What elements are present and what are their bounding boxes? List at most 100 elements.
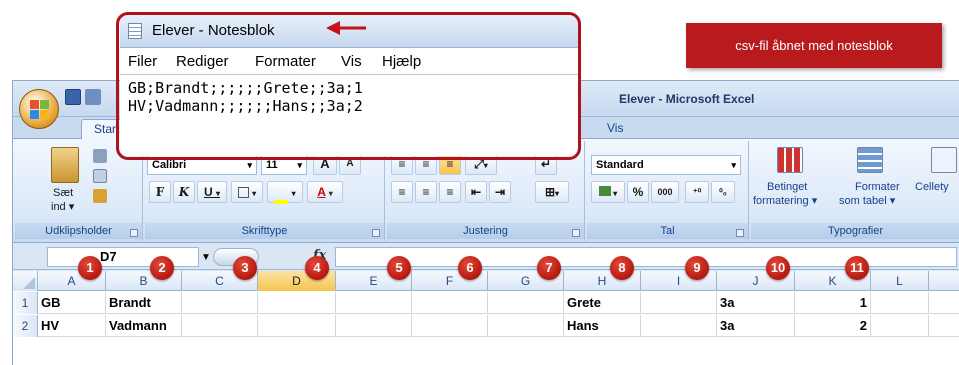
callout-label: csv-fil åbnet med notesblok (686, 23, 942, 68)
cell-d1[interactable] (258, 292, 336, 314)
increase-decimal-button[interactable]: ⁺⁰ (685, 181, 709, 203)
undo-icon[interactable] (85, 89, 101, 105)
cell-f1[interactable] (412, 292, 488, 314)
format-as-table-icon[interactable] (857, 147, 883, 173)
paste-icon[interactable] (51, 147, 79, 183)
fill-color-button[interactable]: ▾ (267, 181, 303, 204)
cell-g2[interactable] (488, 315, 564, 337)
grow-font-button[interactable]: A (313, 153, 337, 175)
office-button[interactable] (19, 89, 59, 129)
clipboard-launcher-icon[interactable] (130, 229, 138, 237)
cell-b2[interactable]: Vadmann (106, 315, 182, 337)
red-arrow-icon (326, 21, 366, 35)
cell-i1[interactable] (641, 292, 717, 314)
conditional-formatting-label[interactable]: Betinget (767, 181, 807, 193)
cell-a1[interactable]: GB (38, 292, 106, 314)
number-launcher-icon[interactable] (736, 229, 744, 237)
screenshot-stage: Elever - Microsoft Excel Start Vis Sæt i… (0, 0, 959, 365)
cell-d2[interactable] (258, 315, 336, 337)
cell-k1[interactable]: 1 (795, 292, 871, 314)
cut-icon[interactable] (93, 149, 107, 163)
menu-filer[interactable]: Filer (128, 53, 157, 70)
select-all-corner[interactable] (13, 271, 38, 291)
cell-c1[interactable] (182, 292, 258, 314)
thousands-button[interactable]: 000 (651, 181, 679, 203)
paste-label[interactable]: Sæt (53, 187, 73, 199)
conditional-formatting-icon[interactable] (777, 147, 803, 173)
number-badge: 2 (150, 256, 174, 280)
cell-c2[interactable] (182, 315, 258, 337)
decrease-indent-button[interactable]: ⇤ (465, 181, 487, 203)
percent-button[interactable]: % (627, 181, 649, 203)
increase-indent-button[interactable]: ⇥ (489, 181, 511, 203)
alignment-group-label: Justering (387, 223, 584, 239)
number-format-select[interactable]: Standard ▾ (591, 155, 741, 175)
cell-g1[interactable] (488, 292, 564, 314)
number-group-label: Tal (587, 223, 748, 239)
cell-styles-icon[interactable] (931, 147, 957, 173)
cell-l2[interactable] (871, 315, 929, 337)
align-left-button[interactable]: ≡ (391, 181, 413, 203)
notepad-title: Elever - Notesblok (152, 22, 275, 39)
cell-f2[interactable] (412, 315, 488, 337)
format-as-table-label-2[interactable]: som tabel ▾ (839, 194, 895, 207)
borders-button[interactable]: ▾ (231, 181, 263, 203)
name-box[interactable]: D7 (47, 247, 199, 267)
menu-formater[interactable]: Formater (255, 53, 316, 70)
menu-vis[interactable]: Vis (341, 53, 362, 70)
notepad-text-area[interactable]: GB;Brandt;;;;;;Grete;;3a;1 HV;Vadmann;;;;… (128, 79, 363, 115)
font-color-button[interactable]: A ▾ (307, 181, 343, 203)
cell-a2[interactable]: HV (38, 315, 106, 337)
align-bottom-button[interactable]: ≡ (439, 153, 461, 175)
cell-h2[interactable]: Hans (564, 315, 641, 337)
column-header-l[interactable]: L (871, 271, 929, 291)
decrease-decimal-button[interactable]: ⁰₀ (711, 181, 735, 203)
shrink-font-button[interactable]: A (339, 153, 361, 175)
cell-l1[interactable] (871, 292, 929, 314)
name-box-dropdown-icon[interactable]: ▼ (201, 252, 211, 263)
conditional-formatting-label-2[interactable]: formatering ▾ (753, 194, 817, 207)
paste-label-2[interactable]: ind ▾ (51, 200, 74, 213)
cell-styles-label[interactable]: Cellety (915, 181, 949, 193)
cell-k2[interactable]: 2 (795, 315, 871, 337)
row-header[interactable]: 2 (13, 315, 38, 337)
alignment-group: ≡ ≡ ≡ ⤢▾ ≡ ≡ ≡ ⇤ ⇥ ↵ ⊞▾ Justering (387, 141, 585, 241)
font-name-select[interactable]: Calibri ▾ (147, 155, 257, 175)
number-badge: 4 (305, 256, 329, 280)
cell-j1[interactable]: 3a (717, 292, 795, 314)
cell-e2[interactable] (336, 315, 412, 337)
bold-button[interactable]: F (149, 181, 171, 203)
notepad-icon (128, 23, 142, 39)
number-group: Standard ▾ ▾ % 000 ⁺⁰ ⁰₀ Tal (587, 141, 749, 241)
format-as-table-label[interactable]: Formater (855, 181, 900, 193)
cell-h1[interactable]: Grete (564, 292, 641, 314)
number-badge: 7 (537, 256, 561, 280)
orientation-button[interactable]: ⤢▾ (465, 153, 497, 175)
row-header[interactable]: 1 (13, 292, 38, 314)
alignment-launcher-icon[interactable] (572, 229, 580, 237)
cell-i2[interactable] (641, 315, 717, 337)
wrap-text-button[interactable]: ↵ (535, 153, 557, 175)
merge-center-button[interactable]: ⊞▾ (535, 181, 569, 203)
font-color-icon: A (317, 185, 326, 199)
font-launcher-icon[interactable] (372, 229, 380, 237)
cell-j2[interactable]: 3a (717, 315, 795, 337)
align-center-button[interactable]: ≡ (415, 181, 437, 203)
tab-vis[interactable]: Vis (607, 121, 623, 135)
cell-b1[interactable]: Brandt (106, 292, 182, 314)
italic-button[interactable]: K (173, 181, 195, 203)
font-size-select[interactable]: 11 ▾ (261, 155, 307, 175)
align-right-button[interactable]: ≡ (439, 181, 461, 203)
save-icon[interactable] (65, 89, 81, 105)
underline-button[interactable]: U ▾ (197, 181, 227, 203)
currency-icon (598, 186, 611, 196)
copy-icon[interactable] (93, 169, 107, 183)
currency-button[interactable]: ▾ (591, 181, 625, 203)
align-top-button[interactable]: ≡ (391, 153, 413, 175)
cell-e1[interactable] (336, 292, 412, 314)
menu-rediger[interactable]: Rediger (176, 53, 229, 70)
menu-hjaelp[interactable]: Hjælp (382, 53, 421, 70)
align-middle-button[interactable]: ≡ (415, 153, 437, 175)
format-painter-icon[interactable] (93, 189, 107, 203)
quick-access-toolbar (65, 89, 101, 105)
